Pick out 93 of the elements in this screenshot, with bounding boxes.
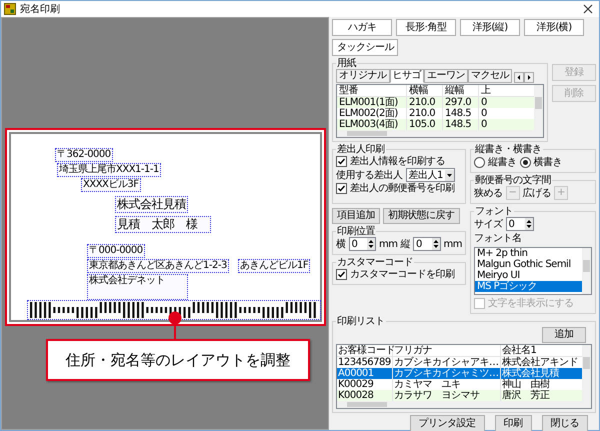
app-icon: [4, 3, 16, 15]
table-cell: A00001: [337, 368, 393, 379]
table-cell-text: 0: [480, 108, 488, 119]
company-name-text[interactable]: 株式会社見積: [115, 196, 188, 213]
checkmark-icon: [337, 184, 346, 193]
action-button[interactable]: 項目追加: [332, 208, 380, 224]
footer-button[interactable]: 印刷: [494, 415, 532, 431]
address-text[interactable]: 埼玉県上尾市XXX1-1-1: [57, 163, 161, 177]
close-icon[interactable]: [583, 4, 593, 14]
field-label: 広げる: [522, 186, 551, 200]
horizontal-scrollbar[interactable]: [337, 130, 534, 137]
field-label: サイズ: [474, 218, 502, 231]
paper-tab[interactable]: エーワン: [424, 69, 468, 83]
column-header[interactable]: 型番: [337, 85, 407, 96]
callout-box: 住所・宛名等のレイアウトを調整: [46, 339, 310, 381]
field-label: 縦: [400, 238, 410, 251]
radio-button[interactable]: 横書き: [520, 156, 562, 168]
font-list-item[interactable]: M+ 2p thin: [475, 248, 582, 259]
checkmark-icon: [337, 270, 346, 279]
font-list-item[interactable]: Meiryo UI: [475, 270, 582, 281]
field-label: 使用する差出人: [336, 168, 402, 182]
postal-code-text[interactable]: 〒000-0000: [87, 244, 145, 258]
paper-tab[interactable]: マクセル: [468, 69, 512, 83]
column-header[interactable]: お客様コード: [337, 345, 393, 356]
group-label: カスタマーコード: [336, 257, 414, 268]
unit-label: mm: [444, 238, 462, 250]
building-text[interactable]: あきんどビル1F: [238, 259, 310, 273]
font-list-item[interactable]: MS Pゴシック: [475, 281, 582, 292]
paper-tab[interactable]: オリジナル: [336, 69, 390, 83]
group-label: フォント: [474, 206, 514, 217]
table-cell-text: 0: [480, 97, 488, 108]
field-label: 狭める: [474, 186, 502, 200]
paper-type-button[interactable]: ハガキ: [332, 19, 392, 36]
spin-field[interactable]: 0: [413, 237, 441, 251]
spinner-icon[interactable]: [524, 218, 532, 230]
radio-button[interactable]: 縦書き: [474, 156, 516, 168]
spinner-icon[interactable]: [432, 238, 440, 250]
table-cell-text: 0: [480, 119, 488, 130]
action-button[interactable]: 初期状態に戻す: [383, 208, 460, 224]
checkbox[interactable]: カスタマーコードを印刷: [336, 268, 462, 281]
field-label: フォント名: [474, 233, 522, 245]
recipient-name-text[interactable]: 見積 太郎 様: [115, 216, 210, 233]
table-row[interactable]: A00001 カブシキカイシャミツ… 株式会社見積: [337, 368, 582, 379]
caret-icon[interactable]: [444, 170, 454, 180]
checkbox[interactable]: 差出人情報を印刷する: [336, 155, 462, 168]
font-list-item[interactable]: Malgun Gothic Semil: [475, 259, 582, 270]
group-label: 差出人印刷: [336, 144, 386, 155]
footer-button[interactable]: プリンタ設定: [410, 415, 484, 431]
spin-field[interactable]: 0: [348, 237, 376, 251]
column-header[interactable]: 上: [479, 85, 495, 96]
group-label: 郵便番号の文字間: [474, 175, 552, 186]
table-cell-text: 株式会社見積: [501, 368, 560, 379]
unit-label: mm: [379, 238, 398, 250]
column-header[interactable]: 縦幅: [443, 85, 479, 96]
column-header[interactable]: 横幅: [407, 85, 443, 96]
paper-type-button[interactable]: 洋形(横): [524, 19, 584, 36]
group-label: 印刷位置: [336, 226, 376, 237]
group-label: 縦書き・横書き: [474, 144, 542, 155]
table-cell: カブシキカイシャミツ…: [393, 368, 501, 379]
column-header[interactable]: フリガナ: [393, 345, 501, 356]
table-cell: 210.0: [407, 97, 443, 108]
spin-field[interactable]: 0: [506, 217, 534, 231]
field-label: 横: [336, 238, 346, 251]
building-text[interactable]: XXXXビル3F: [81, 178, 141, 192]
group-label: 印刷リスト: [336, 316, 386, 327]
paper-type-button[interactable]: 洋形(縦): [460, 19, 520, 36]
table-cell: ELM001(1面): [337, 97, 407, 108]
horizontal-scrollbar[interactable]: [337, 401, 582, 408]
add-button[interactable]: 追加: [542, 327, 586, 343]
spinner-icon[interactable]: [367, 238, 376, 250]
address-text[interactable]: 東京都あきんど区あきんど1-2-3: [87, 259, 229, 273]
sender-dropdown[interactable]: 差出人1: [406, 168, 455, 182]
vertical-scrollbar[interactable]: [582, 248, 591, 294]
paper-type-button[interactable]: 長形·角型: [396, 19, 456, 36]
vertical-scrollbar[interactable]: [534, 85, 543, 137]
paper-type-button[interactable]: タックシール: [332, 39, 398, 56]
footer-button[interactable]: 閉じる: [542, 415, 588, 431]
table-row[interactable]: K00028 カラサワ ヨシマサ 唐沢 芳正: [337, 390, 582, 401]
table-cell-text: 唐沢 芳正: [501, 390, 551, 401]
checkmark-icon: [337, 157, 346, 166]
tab-scroll-icon[interactable]: [514, 72, 534, 83]
vertical-scrollbar[interactable]: [582, 345, 591, 408]
paper-tab[interactable]: ヒサゴ: [390, 69, 424, 83]
table-cell-text: 神山 由樹: [501, 379, 550, 390]
table-cell-text: 株式会社アキンド: [501, 357, 579, 368]
postal-code-text[interactable]: 〒362-0000: [55, 148, 113, 162]
checkbox[interactable]: 差出人の郵便番号を印刷: [336, 182, 462, 195]
barcode-drawing[interactable]: [27, 300, 321, 320]
company-name-text[interactable]: 株式会社デネット: [87, 274, 188, 300]
window-title: 宛名印刷: [20, 2, 61, 16]
column-header[interactable]: 会社名1: [501, 345, 581, 356]
group-label: 用紙: [336, 58, 357, 69]
table-cell: 297.0: [443, 97, 479, 108]
